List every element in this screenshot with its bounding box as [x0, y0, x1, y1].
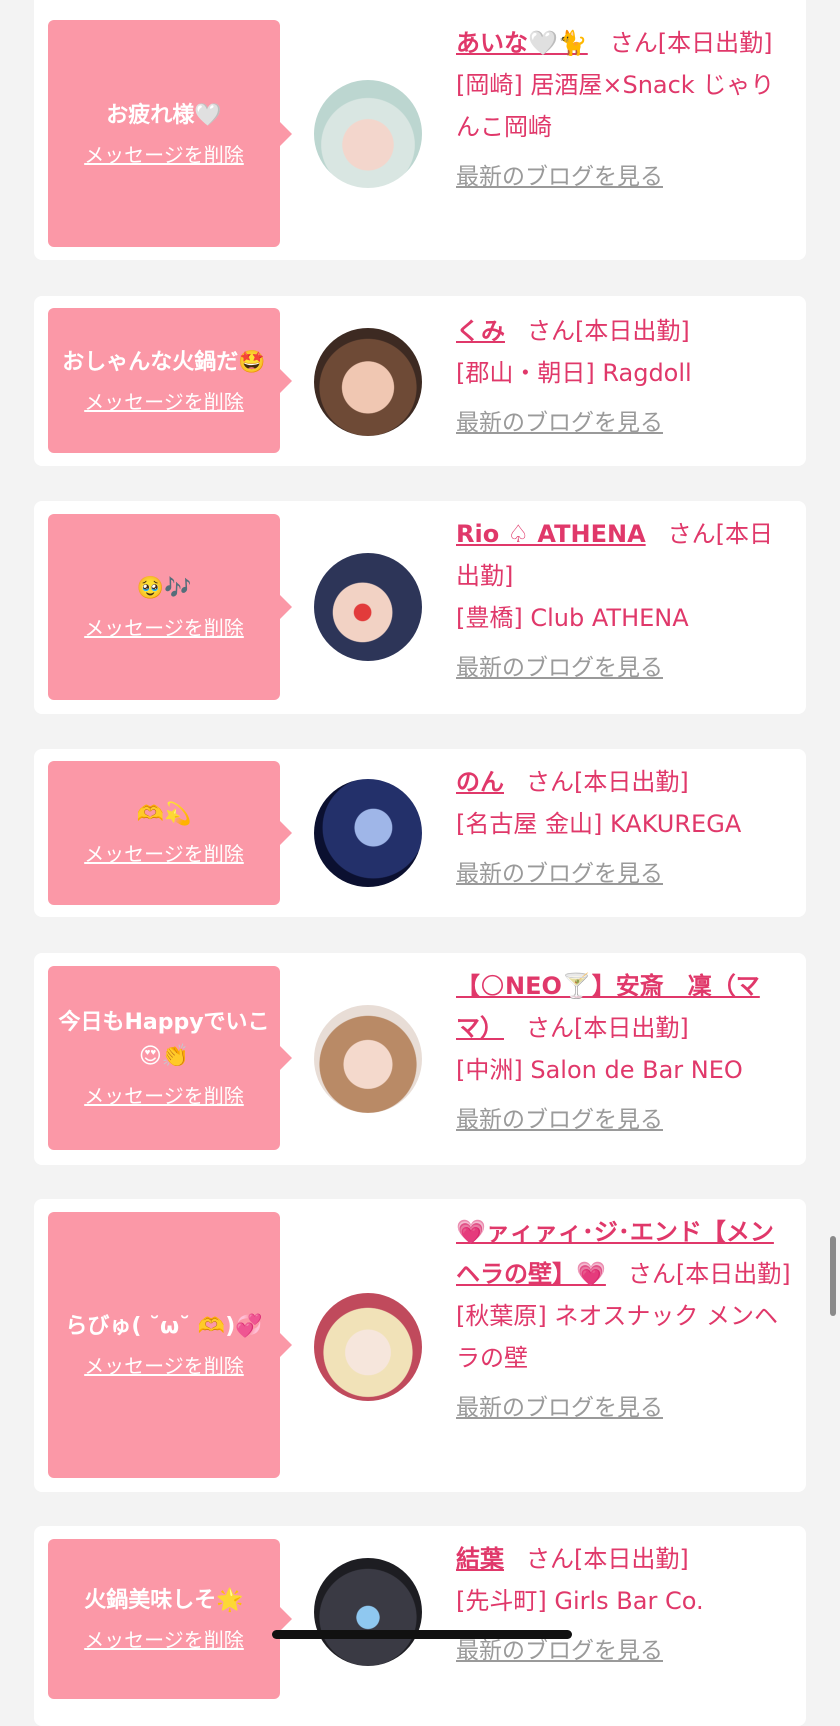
delete-message-link[interactable]: メッセージを削除	[84, 141, 244, 169]
avatar[interactable]	[314, 1293, 422, 1401]
avatar[interactable]	[314, 1558, 422, 1666]
cast-info: くみ さん[本日出勤] [郡山・朝日] Ragdoll 最新のブログを見る	[456, 310, 792, 438]
message-bubble: 🫶💫 メッセージを削除	[48, 761, 292, 905]
delete-message-link[interactable]: メッセージを削除	[84, 1352, 244, 1380]
honorific: さん	[526, 1545, 574, 1573]
cast-info: のん さん[本日出勤] [名古屋 金山] KAKUREGA 最新のブログを見る	[456, 761, 792, 889]
message-bubble: お疲れ様🤍 メッセージを削除	[48, 20, 292, 247]
message-text: お疲れ様🤍	[106, 102, 222, 128]
honorific: さん	[609, 29, 658, 57]
message-text: らびゅ( ˘ω˘ 🫶)💞	[65, 1314, 263, 1339]
work-status: [本日出勤]	[574, 768, 689, 796]
shop-name: [岡崎] 居酒屋×Snack じゃりんこ岡崎	[456, 71, 775, 141]
home-indicator[interactable]	[272, 1630, 572, 1639]
message-text: 🫶💫	[136, 802, 192, 827]
avatar[interactable]	[314, 1005, 422, 1113]
scrollbar[interactable]	[830, 1236, 836, 1316]
latest-blog-link[interactable]: 最新のブログを見る	[456, 859, 792, 889]
avatar[interactable]	[314, 779, 422, 887]
shop-name: [豊橋] Club ATHENA	[456, 604, 689, 632]
message-bubble: おしゃんな火鍋だ🤩 メッセージを削除	[48, 308, 292, 453]
message-card: 今日もHappyでいこ😍👏 メッセージを削除 【🌕NEO🍸】安斎 凜（ママ） さん…	[34, 953, 806, 1165]
message-bubble: 🥹🎶 メッセージを削除	[48, 514, 292, 700]
cast-name-link[interactable]: のん	[456, 768, 504, 796]
work-status: [本日出勤]	[675, 1260, 791, 1288]
message-card: おしゃんな火鍋だ🤩 メッセージを削除 くみ さん[本日出勤] [郡山・朝日] Ra…	[34, 296, 806, 466]
message-text: おしゃんな火鍋だ🤩	[62, 349, 266, 375]
work-status: [本日出勤]	[574, 317, 690, 345]
cast-info: 【🌕NEO🍸】安斎 凜（ママ） さん[本日出勤] [中洲] Salon de Ba…	[456, 965, 792, 1135]
delete-message-link[interactable]: メッセージを削除	[84, 388, 244, 416]
cast-name-link[interactable]: 結葉	[456, 1545, 504, 1573]
latest-blog-link[interactable]: 最新のブログを見る	[456, 408, 792, 438]
avatar[interactable]	[314, 328, 422, 436]
latest-blog-link[interactable]: 最新のブログを見る	[456, 1636, 792, 1666]
work-status: [本日出勤]	[574, 1545, 689, 1573]
delete-message-link[interactable]: メッセージを削除	[84, 840, 244, 868]
honorific: さん	[526, 768, 574, 796]
shop-name: [名古屋 金山] KAKUREGA	[456, 810, 742, 838]
avatar[interactable]	[314, 553, 422, 661]
cast-info: Rio ♤ ATHENA さん[本日出勤] [豊橋] Club ATHENA 最新…	[456, 513, 792, 683]
message-card: 🥹🎶 メッセージを削除 Rio ♤ ATHENA さん[本日出勤] [豊橋] Cl…	[34, 501, 806, 714]
message-card: らびゅ( ˘ω˘ 🫶)💞 メッセージを削除 💗ァィァィ･ジ･エンド【メンヘラの壁…	[34, 1199, 806, 1492]
cast-name-link[interactable]: くみ	[456, 317, 505, 345]
cast-name-link[interactable]: Rio ♤ ATHENA	[456, 520, 646, 548]
shop-name: [秋葉原] ネオスナック メンヘラの壁	[456, 1302, 778, 1372]
shop-name: [先斗町] Girls Bar Co.	[456, 1587, 704, 1615]
message-card: お疲れ様🤍 メッセージを削除 あいな🤍🐈 さん[本日出勤] [岡崎] 居酒屋×Sn…	[34, 0, 806, 260]
honorific: さん	[627, 1260, 676, 1288]
cast-info: あいな🤍🐈 さん[本日出勤] [岡崎] 居酒屋×Snack じゃりんこ岡崎 最新の…	[456, 22, 792, 192]
cast-name-link[interactable]: あいな🤍🐈	[456, 29, 588, 57]
latest-blog-link[interactable]: 最新のブログを見る	[456, 162, 792, 192]
delete-message-link[interactable]: メッセージを削除	[84, 1082, 244, 1110]
latest-blog-link[interactable]: 最新のブログを見る	[456, 653, 792, 683]
message-text: 🥹🎶	[136, 576, 192, 601]
avatar[interactable]	[314, 80, 422, 188]
message-bubble: 火鍋美味しそ🌟 メッセージを削除	[48, 1539, 292, 1699]
latest-blog-link[interactable]: 最新のブログを見る	[456, 1105, 792, 1135]
message-text: 火鍋美味しそ🌟	[84, 1588, 244, 1613]
honorific: さん	[667, 520, 716, 548]
cast-info: 💗ァィァィ･ジ･エンド【メンヘラの壁】💗 さん[本日出勤] [秋葉原] ネオスナッ…	[456, 1211, 792, 1423]
latest-blog-link[interactable]: 最新のブログを見る	[456, 1393, 792, 1423]
work-status: [本日出勤]	[657, 29, 773, 57]
honorific: さん	[526, 317, 575, 345]
message-card: 火鍋美味しそ🌟 メッセージを削除 結葉 さん[本日出勤] [先斗町] Girls …	[34, 1526, 806, 1726]
shop-name: [中洲] Salon de Bar NEO	[456, 1056, 743, 1084]
message-bubble: 今日もHappyでいこ😍👏 メッセージを削除	[48, 966, 292, 1150]
delete-message-link[interactable]: メッセージを削除	[84, 614, 244, 642]
work-status: [本日出勤]	[574, 1014, 689, 1042]
shop-name: [郡山・朝日] Ragdoll	[456, 359, 692, 387]
message-text: 今日もHappyでいこ😍👏	[58, 1010, 270, 1069]
message-card: 🫶💫 メッセージを削除 のん さん[本日出勤] [名古屋 金山] KAKUREGA…	[34, 749, 806, 917]
delete-message-link[interactable]: メッセージを削除	[84, 1626, 244, 1654]
cast-info: 結葉 さん[本日出勤] [先斗町] Girls Bar Co. 最新のブログを見る	[456, 1538, 792, 1666]
message-bubble: らびゅ( ˘ω˘ 🫶)💞 メッセージを削除	[48, 1212, 292, 1478]
honorific: さん	[526, 1014, 574, 1042]
